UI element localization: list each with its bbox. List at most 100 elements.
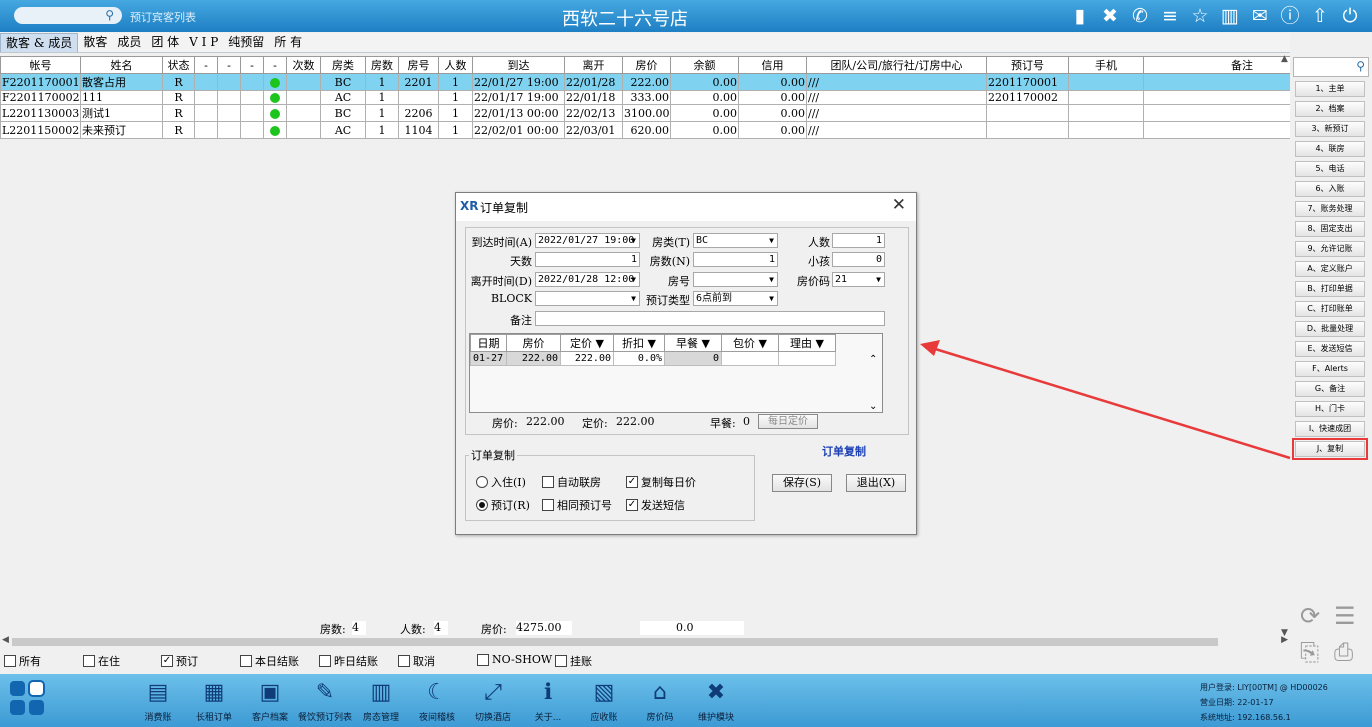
- col-header[interactable]: -: [240, 56, 264, 74]
- tab-fit-members[interactable]: 散客 & 成员: [0, 33, 79, 52]
- resv-type-select[interactable]: 6点前到 ▼: [693, 291, 778, 306]
- col-header[interactable]: 定价 ▼: [560, 334, 614, 352]
- fixed-charges-button[interactable]: 8、固定支出: [1295, 221, 1365, 237]
- checkbox-icon[interactable]: [4, 655, 16, 667]
- checkbox-icon[interactable]: [398, 655, 410, 667]
- col-header[interactable]: 次数: [286, 56, 321, 74]
- chevron-down-icon[interactable]: ▼: [876, 273, 881, 286]
- filter-noshow[interactable]: NO-SHOW: [477, 653, 552, 666]
- cell-discount[interactable]: 0.0%: [613, 351, 665, 366]
- copy-order-link[interactable]: 订单复制: [822, 443, 866, 459]
- filter-reserved[interactable]: ✓ 预订: [161, 653, 198, 669]
- col-header[interactable]: 包价 ▼: [721, 334, 779, 352]
- departure-time-field[interactable]: 2022/01/28 12:00 ▼: [535, 272, 640, 287]
- profile-button[interactable]: 2、档案: [1295, 101, 1365, 117]
- filter-inhouse[interactable]: 在住: [83, 653, 120, 669]
- days-field[interactable]: 1: [535, 252, 640, 267]
- filter-checkout-today[interactable]: 本日结账: [240, 653, 299, 669]
- scroll-left-icon[interactable]: ◀: [2, 635, 9, 645]
- room-no-select[interactable]: ▼: [693, 272, 778, 287]
- signal-icon[interactable]: ▮: [1068, 4, 1092, 28]
- help-icon[interactable]: ⓘ: [1278, 4, 1302, 28]
- filter-checkout-yesterday[interactable]: 昨日结账: [319, 653, 378, 669]
- rate-code-select[interactable]: 21 ▼: [832, 272, 885, 287]
- col-header[interactable]: -: [217, 56, 241, 74]
- radio-icon[interactable]: [476, 499, 488, 511]
- col-header[interactable]: 信用: [738, 56, 807, 74]
- tab-fit[interactable]: 散客: [78, 33, 112, 52]
- print-bill-button[interactable]: C、打印账单: [1295, 301, 1365, 317]
- batch-process-button[interactable]: D、批量处理: [1295, 321, 1365, 337]
- checkbox-icon[interactable]: [240, 655, 252, 667]
- copy-icon[interactable]: ⎘: [1300, 638, 1319, 666]
- scrollbar-thumb[interactable]: [12, 638, 1218, 646]
- same-resv-checkbox[interactable]: 相同预订号: [542, 497, 612, 513]
- checkbox-icon[interactable]: [542, 476, 554, 488]
- refresh-icon[interactable]: ⟳: [1300, 602, 1320, 630]
- allow-posting-button[interactable]: 9、允许记账: [1295, 241, 1365, 257]
- search-icon[interactable]: ⚲: [1356, 59, 1365, 73]
- col-header[interactable]: -: [194, 56, 218, 74]
- close-icon[interactable]: ✕: [892, 195, 906, 215]
- tab-allotment[interactable]: 纯预留: [223, 33, 269, 52]
- list-icon[interactable]: ☰: [1334, 602, 1356, 630]
- room-type-select[interactable]: BC ▼: [693, 233, 778, 248]
- post-charge-button[interactable]: 6、入账: [1295, 181, 1365, 197]
- col-header[interactable]: 手机: [1068, 56, 1144, 74]
- link-rooms-button[interactable]: 4、联房: [1295, 141, 1365, 157]
- tab-vip[interactable]: V I P: [184, 33, 223, 52]
- chevron-down-icon[interactable]: ▼: [769, 292, 774, 305]
- tab-members[interactable]: 成员: [112, 33, 146, 52]
- tab-all[interactable]: 所 有: [269, 33, 307, 52]
- table-row[interactable]: F2201170002 111 R AC 1 1 22/01/17 19:00 …: [0, 90, 1341, 105]
- checkbox-icon[interactable]: [477, 653, 489, 666]
- col-header[interactable]: 姓名: [80, 56, 163, 74]
- reserve-radio[interactable]: 预订(R): [476, 497, 530, 513]
- send-sms-button[interactable]: E、发送短信: [1295, 341, 1365, 357]
- checkmark-icon[interactable]: ✓: [626, 476, 638, 488]
- main-folio-button[interactable]: 1、主单: [1295, 81, 1365, 97]
- define-account-button[interactable]: A、定义账户: [1295, 261, 1365, 277]
- chevron-down-icon[interactable]: ▼: [631, 273, 636, 286]
- radio-icon[interactable]: [476, 476, 488, 488]
- key-card-button[interactable]: H、门卡: [1295, 401, 1365, 417]
- checkbox-icon[interactable]: [555, 655, 567, 667]
- col-header[interactable]: 房价: [506, 334, 561, 352]
- col-header[interactable]: 到达: [472, 56, 565, 74]
- tab-group[interactable]: 团 体: [146, 33, 184, 52]
- remark-button[interactable]: G、备注: [1295, 381, 1365, 397]
- col-header[interactable]: 房数: [365, 56, 399, 74]
- chevron-down-icon[interactable]: ⌄: [869, 401, 877, 412]
- quick-group-button[interactable]: I、快速成团: [1295, 421, 1365, 437]
- auto-link-checkbox[interactable]: 自动联房: [542, 474, 601, 490]
- checkbox-icon[interactable]: [542, 499, 554, 511]
- scroll-up-icon[interactable]: ▲: [1281, 54, 1288, 64]
- table-row[interactable]: L2201150002 未来预订 R AC 1 1104 1 22/02/01 …: [0, 121, 1341, 139]
- save-button[interactable]: 保存(S): [772, 474, 832, 492]
- filter-cancelled[interactable]: 取消: [398, 653, 435, 669]
- col-header[interactable]: 房价: [622, 56, 671, 74]
- checkbox-icon[interactable]: [319, 655, 331, 667]
- copy-button[interactable]: J、复制: [1292, 438, 1368, 460]
- chevron-up-icon[interactable]: ⌃: [869, 354, 877, 365]
- chevron-down-icon[interactable]: ▼: [631, 292, 636, 305]
- checkin-radio[interactable]: 入住(I): [476, 474, 526, 490]
- chevron-down-icon[interactable]: ▼: [631, 234, 636, 247]
- col-header[interactable]: 团队/公司/旅行社/订房中心: [806, 56, 987, 74]
- col-header[interactable]: 早餐 ▼: [664, 334, 722, 352]
- filter-city-ledger[interactable]: 挂账: [555, 653, 592, 669]
- arrival-time-field[interactable]: 2022/01/27 19:00 ▼: [535, 233, 640, 248]
- col-header[interactable]: -: [263, 56, 287, 74]
- table-row[interactable]: F2201170001 散客占用 R BC 1 2201 1 22/01/27 …: [0, 73, 1341, 91]
- toolbar-maintenance[interactable]: ✖ 维护模块: [681, 680, 751, 723]
- columns-icon[interactable]: ▥: [1218, 4, 1242, 28]
- col-header[interactable]: 房号: [398, 56, 439, 74]
- table-row[interactable]: L2201130003 测试1 R BC 1 2206 1 22/01/13 0…: [0, 104, 1341, 122]
- function-search-input[interactable]: ⚲: [1293, 57, 1369, 77]
- print-document-button[interactable]: B、打印单据: [1295, 281, 1365, 297]
- power-icon[interactable]: ⏻: [1338, 4, 1362, 28]
- new-reservation-button[interactable]: 3、新预订: [1295, 121, 1365, 137]
- upload-icon[interactable]: ⇧: [1308, 4, 1332, 28]
- vertical-scrollbar[interactable]: ▲ ▼: [1280, 54, 1290, 638]
- table-row[interactable]: 01-27 222.00 222.00 0.0% 0: [470, 351, 836, 366]
